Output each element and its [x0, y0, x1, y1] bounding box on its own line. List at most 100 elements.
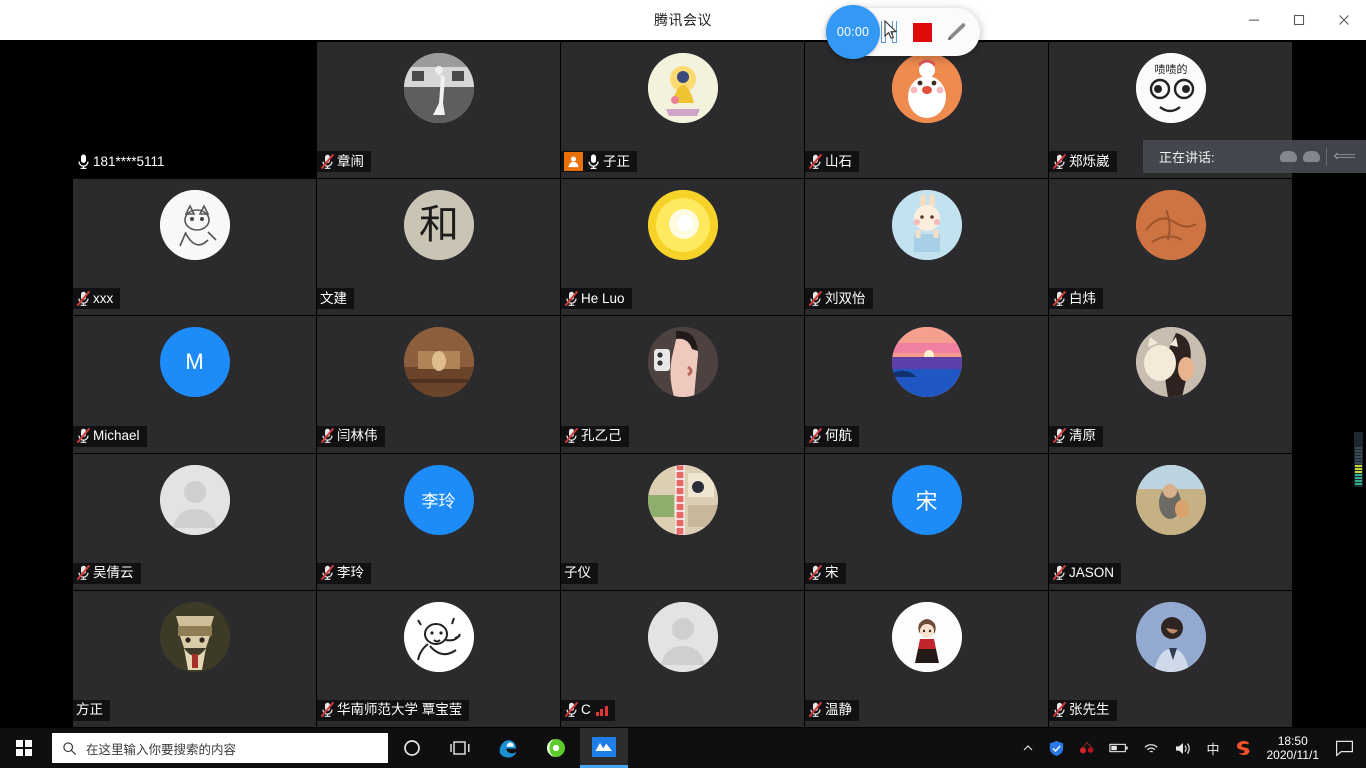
taskbar-search-input[interactable]: 在这里输入你要搜索的内容: [52, 733, 388, 763]
participant-tile[interactable]: C: [561, 590, 805, 728]
mic-muted-icon: [808, 701, 823, 718]
participant-tile[interactable]: 刘双怡: [805, 179, 1049, 317]
recording-timer[interactable]: 00:00: [826, 5, 880, 59]
maximize-button[interactable]: [1276, 0, 1321, 40]
participant-tile[interactable]: 宋宋: [805, 453, 1049, 591]
pencil-icon[interactable]: [945, 21, 969, 43]
participant-tile[interactable]: 李玲 李玲: [317, 453, 561, 591]
participant-tile[interactable]: 温静: [805, 590, 1049, 728]
tray-ime-indicator[interactable]: 中: [1199, 739, 1226, 758]
participant-tile[interactable]: 和文建: [317, 179, 561, 317]
close-button[interactable]: [1321, 0, 1366, 40]
mic-muted-icon: [76, 564, 91, 581]
avatar: [647, 601, 718, 672]
tray-wifi-icon[interactable]: [1136, 741, 1167, 756]
tray-security-shield-icon[interactable]: [1041, 740, 1072, 757]
participant-grid: 181****5111 章闹 子正 山石 啧啧的郑烁崴 xxx 和文建 He Luo 刘双怡 白炜…: [73, 42, 1293, 728]
avatar: 宋: [891, 464, 962, 535]
browser-button[interactable]: [532, 728, 580, 768]
participant-tile[interactable]: 华南师范大学 覃宝莹: [317, 590, 561, 728]
participant-tile[interactable]: 张先生: [1049, 590, 1293, 728]
participant-nameplate: 清原: [1049, 425, 1103, 447]
avatar: [1135, 464, 1206, 535]
participant-tile[interactable]: M Michael: [73, 316, 317, 454]
avatar: [647, 53, 718, 123]
avatar: 啧啧的: [1135, 53, 1206, 123]
participant-tile[interactable]: xxx: [73, 179, 317, 317]
participant-tile[interactable]: 子正: [561, 42, 805, 180]
mic-muted-icon: [76, 427, 91, 444]
host-badge-icon: [564, 151, 583, 171]
avatar: [1135, 601, 1206, 672]
participant-nameplate: 白炜: [1049, 288, 1103, 310]
mic-muted-icon: [320, 701, 335, 718]
participant-nameplate: 文建: [317, 288, 354, 310]
participant-tile[interactable]: 吴倩云: [73, 453, 317, 591]
tray-sogou-icon[interactable]: [1227, 739, 1259, 757]
participant-tile[interactable]: 子仪: [561, 453, 805, 591]
participant-nameplate: 子仪: [561, 562, 598, 584]
participant-nameplate: 子正: [561, 151, 637, 173]
participant-tile[interactable]: 孔乙己: [561, 316, 805, 454]
windows-logo-icon: [16, 740, 32, 756]
mic-muted-icon: [564, 701, 579, 718]
participant-nameplate: xxx: [73, 288, 121, 310]
start-button[interactable]: [0, 728, 48, 768]
taskbar-item-meeting[interactable]: [580, 728, 628, 768]
tray-chevron-up-icon[interactable]: [1015, 742, 1041, 754]
action-center-button[interactable]: [1331, 740, 1366, 757]
participant-tile[interactable]: He Luo: [561, 179, 805, 317]
mic-muted-icon: [808, 427, 823, 444]
participant-tile[interactable]: 山石: [805, 42, 1049, 180]
cortana-button[interactable]: [388, 728, 436, 768]
minimize-button[interactable]: [1231, 0, 1276, 40]
participant-name: 山石: [825, 153, 852, 169]
participant-tile[interactable]: 方正: [73, 590, 317, 728]
audio-level-meter[interactable]: [1354, 432, 1363, 487]
participant-nameplate: 郑烁崴: [1049, 151, 1117, 173]
participant-name: 章闹: [337, 153, 364, 169]
mic-muted-icon: [808, 564, 823, 581]
participant-tile[interactable]: JASON: [1049, 453, 1293, 591]
clock-date: 2020/11/1: [1266, 748, 1320, 762]
window-controls: [1231, 0, 1366, 40]
participant-nameplate: 何航: [805, 425, 859, 447]
tencent-meeting-icon: [592, 736, 616, 757]
participant-name: 刘双怡: [825, 290, 866, 306]
avatar: [647, 464, 718, 535]
participant-nameplate: He Luo: [561, 288, 632, 310]
participant-nameplate: 孔乙己: [561, 425, 629, 447]
avatar: [647, 190, 718, 261]
search-placeholder: 在这里输入你要搜索的内容: [86, 742, 237, 757]
cloud-icon: [1303, 151, 1321, 162]
participant-name: 华南师范大学 覃宝莹: [337, 702, 463, 718]
task-view-button[interactable]: [436, 728, 484, 768]
edge-button[interactable]: [484, 728, 532, 768]
participant-tile[interactable]: 章闹: [317, 42, 561, 180]
avatar: M: [159, 327, 230, 398]
stop-icon[interactable]: [913, 22, 932, 42]
mic-muted-icon: [808, 153, 823, 170]
recording-toolbar[interactable]: 00:00: [826, 5, 980, 59]
participant-tile[interactable]: 白炜: [1049, 179, 1293, 317]
windows-taskbar: 在这里输入你要搜索的内容 中 18:50 2020/11/1: [0, 728, 1366, 768]
taskbar-clock[interactable]: 18:50 2020/11/1: [1259, 734, 1332, 762]
tray-cherry-icon[interactable]: [1072, 740, 1102, 756]
speech-bubble-icon: [1336, 740, 1353, 757]
participant-tile[interactable]: 清原: [1049, 316, 1293, 454]
mic-muted-icon: [1052, 427, 1067, 444]
participant-name: 闫林伟: [337, 428, 378, 444]
tray-battery-icon[interactable]: [1102, 741, 1136, 755]
mouse-cursor: [884, 19, 898, 45]
mic-muted-icon: [76, 290, 91, 307]
avatar: [403, 327, 474, 398]
tray-volume-icon[interactable]: [1167, 741, 1199, 756]
participant-name: 吴倩云: [93, 565, 134, 581]
participant-name: 李玲: [337, 565, 364, 581]
participant-tile[interactable]: 何航: [805, 316, 1049, 454]
participant-tile[interactable]: 181****5111: [73, 42, 317, 180]
participant-tile[interactable]: 闫林伟: [317, 316, 561, 454]
participant-nameplate: 温静: [805, 699, 859, 721]
weak-network-icon: [595, 704, 608, 716]
search-icon: [63, 741, 77, 755]
